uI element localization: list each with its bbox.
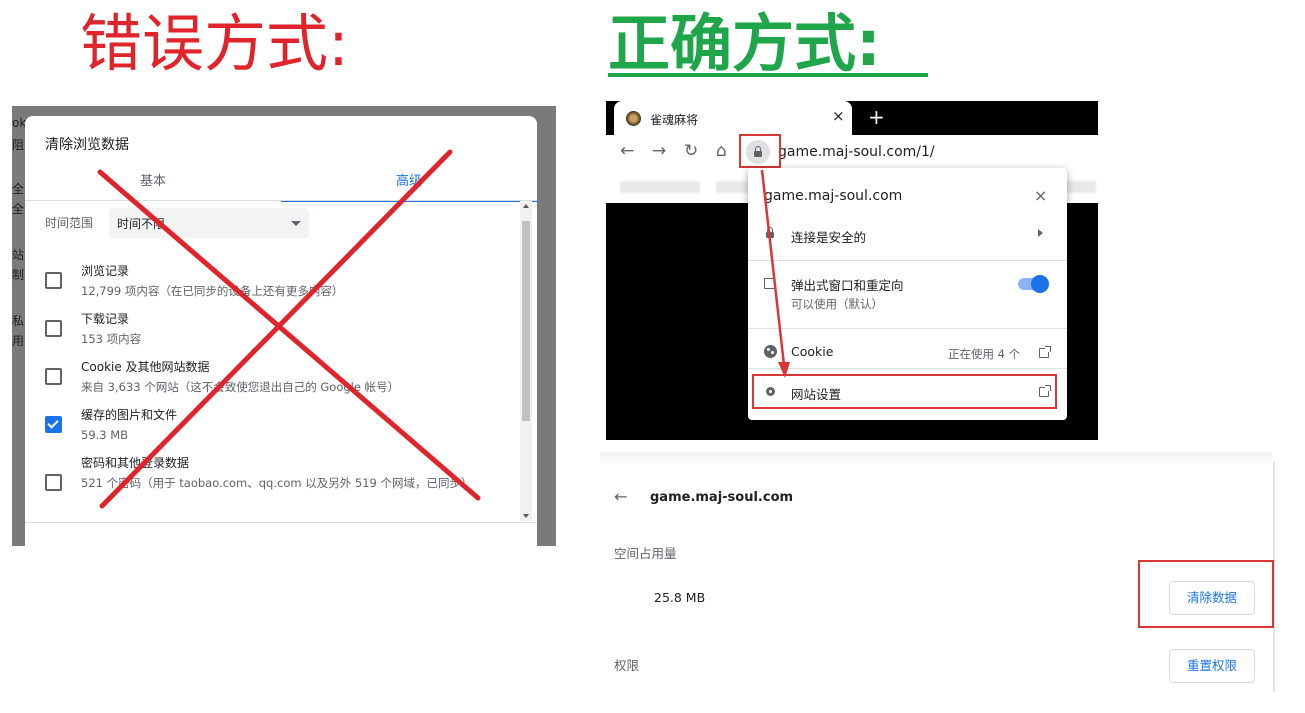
scroll-up-icon[interactable] bbox=[523, 204, 529, 208]
edge-text: 制 bbox=[12, 268, 25, 282]
edge-text: 阻 bbox=[12, 138, 25, 152]
cookie-label[interactable]: Cookie bbox=[791, 344, 833, 359]
back-arrow-icon[interactable]: ← bbox=[614, 487, 627, 506]
edge-text: 站 bbox=[12, 248, 25, 262]
address-bar[interactable]: game.maj-soul.com/1/ bbox=[778, 144, 935, 160]
edge-text: 全 bbox=[12, 182, 25, 196]
edge-text: ok bbox=[12, 116, 26, 130]
back-icon[interactable]: ← bbox=[620, 141, 634, 161]
popups-sublabel: 可以使用（默认） bbox=[791, 297, 883, 311]
cross-stroke bbox=[99, 149, 453, 509]
lock-icon bbox=[766, 227, 774, 238]
checkbox-checked[interactable] bbox=[45, 416, 62, 433]
site-domain-title: game.maj-soul.com bbox=[650, 490, 794, 505]
checkbox[interactable] bbox=[45, 320, 62, 337]
chevron-right-icon[interactable] bbox=[1038, 229, 1043, 237]
edge-text: 全 bbox=[12, 202, 25, 216]
checkbox[interactable] bbox=[45, 272, 62, 289]
edge-text: 私 bbox=[12, 314, 25, 328]
external-link-icon[interactable] bbox=[1039, 346, 1051, 358]
bookmark-item[interactable] bbox=[1066, 181, 1096, 193]
mahjong-favicon-icon bbox=[626, 111, 641, 126]
wrong-method-heading: 错误方式: bbox=[80, 7, 349, 80]
close-icon[interactable]: × bbox=[1034, 186, 1047, 205]
divider bbox=[748, 368, 1067, 369]
popup-window-icon bbox=[764, 278, 775, 289]
scrollbar[interactable] bbox=[520, 201, 532, 521]
cookie-icon bbox=[764, 345, 777, 358]
correct-heading-underline bbox=[608, 73, 928, 77]
permissions-label: 权限 bbox=[614, 658, 640, 673]
lock-highlight-box bbox=[739, 134, 781, 168]
home-icon[interactable]: ⌂ bbox=[716, 141, 727, 161]
red-cross-mark bbox=[97, 149, 481, 509]
divider bbox=[25, 522, 537, 523]
connection-secure-label[interactable]: 连接是安全的 bbox=[791, 227, 866, 246]
popups-label: 弹出式窗口和重定向 bbox=[791, 278, 904, 293]
scroll-down-icon[interactable] bbox=[523, 514, 529, 518]
scrollbar-thumb[interactable] bbox=[522, 221, 530, 421]
divider bbox=[748, 260, 1067, 261]
tab-title: 雀魂麻将 bbox=[650, 113, 699, 127]
divider bbox=[748, 328, 1067, 329]
bookmark-item[interactable] bbox=[620, 181, 700, 193]
checkbox[interactable] bbox=[45, 368, 62, 385]
correct-method-heading: 正确方式: bbox=[608, 7, 881, 80]
edge-text: 用 bbox=[12, 334, 25, 348]
tab-close-icon[interactable]: × bbox=[832, 107, 845, 125]
new-tab-icon[interactable]: + bbox=[868, 105, 885, 129]
usage-label: 空间占用量 bbox=[614, 546, 677, 561]
site-settings-highlight-box bbox=[752, 374, 1057, 409]
reset-permissions-button[interactable]: 重置权限 bbox=[1169, 649, 1255, 683]
clear-data-highlight-box bbox=[1138, 560, 1274, 628]
usage-value: 25.8 MB bbox=[654, 590, 706, 605]
forward-icon[interactable]: → bbox=[652, 141, 666, 161]
panel-shadow bbox=[600, 452, 1272, 464]
toggle-knob[interactable] bbox=[1031, 275, 1049, 293]
browser-tab[interactable]: 雀魂麻将 × bbox=[614, 101, 852, 135]
popup-domain: game.maj-soul.com bbox=[764, 188, 903, 204]
browser-toolbar: ← → ↻ ⌂ game.maj-soul.com/1/ bbox=[606, 135, 1098, 171]
checkbox[interactable] bbox=[45, 474, 62, 491]
cookie-count: 正在使用 4 个 bbox=[948, 347, 1021, 361]
reload-icon[interactable]: ↻ bbox=[684, 141, 698, 161]
